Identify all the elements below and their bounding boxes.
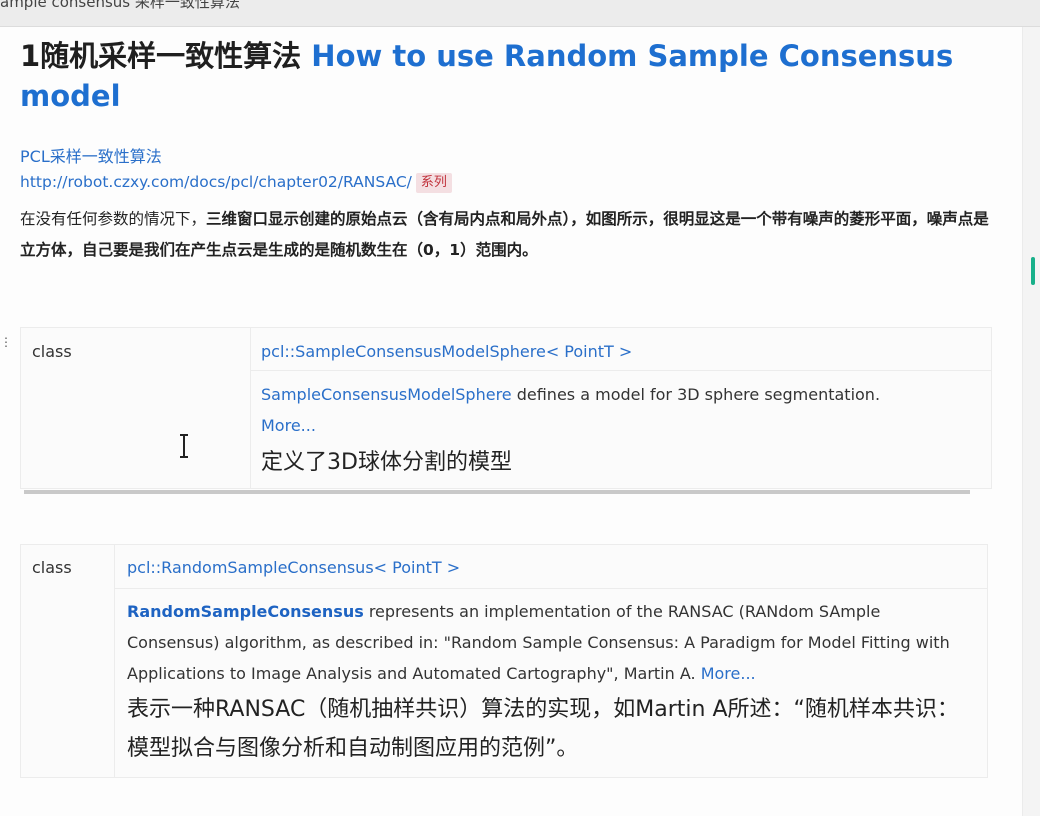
margin-marker: ⋮: [0, 335, 12, 349]
more-link[interactable]: More...: [701, 664, 756, 683]
intro-normal: 在没有任何参数的情况下，: [20, 210, 207, 228]
text-cursor-icon: [180, 434, 188, 458]
url-row: http://robot.czxy.com/docs/pcl/chapter02…: [20, 173, 452, 193]
class-kind-label: class: [32, 342, 72, 361]
class-translation: 定义了3D球体分割的模型: [261, 450, 512, 475]
page-title: 1随机采样一致性算法 How to use Random Sample Cons…: [20, 36, 1000, 116]
browser-tab-bar: ample consensus 采样一致性算法: [0, 0, 1040, 27]
class-kind-label: class: [32, 558, 72, 577]
source-url-link[interactable]: http://robot.czxy.com/docs/pcl/chapter02…: [20, 173, 412, 191]
row-divider: [114, 588, 987, 589]
class-signature-link[interactable]: pcl::SampleConsensusModelSphere< PointT …: [261, 342, 632, 361]
class-translation: 表示一种RANSAC（随机抽样共识）算法的实现，如Martin A所述：“随机样…: [127, 697, 959, 761]
series-tag: 系列: [415, 173, 452, 193]
more-link[interactable]: More...: [261, 416, 316, 435]
class-description: RandomSampleConsensus represents an impl…: [127, 596, 957, 689]
class-description: SampleConsensusModelSphere defines a mod…: [261, 379, 971, 441]
tab-title[interactable]: ample consensus 采样一致性算法: [0, 0, 240, 12]
class-panel-ransac: class pcl::RandomSampleConsensus< PointT…: [20, 544, 988, 778]
column-divider: [250, 328, 251, 488]
scroll-thumb[interactable]: [1031, 257, 1035, 285]
row-divider: [250, 370, 991, 371]
panel-divider: [24, 490, 970, 494]
class-name-link[interactable]: SampleConsensusModelSphere: [261, 385, 512, 404]
scrollbar[interactable]: [1022, 27, 1040, 816]
class-name-link[interactable]: RandomSampleConsensus: [127, 602, 364, 621]
class-signature-link[interactable]: pcl::RandomSampleConsensus< PointT >: [127, 558, 460, 577]
intro-paragraph: 在没有任何参数的情况下，三维窗口显示创建的原始点云（含有局内点和局外点），如图所…: [20, 204, 1000, 266]
title-zh: 1随机采样一致性算法: [20, 39, 302, 73]
class-panel-sphere: class pcl::SampleConsensusModelSphere< P…: [20, 327, 992, 489]
subtitle-link[interactable]: PCL采样一致性算法: [20, 143, 162, 167]
column-divider: [114, 545, 115, 777]
class-desc-text: defines a model for 3D sphere segmentati…: [511, 385, 881, 404]
